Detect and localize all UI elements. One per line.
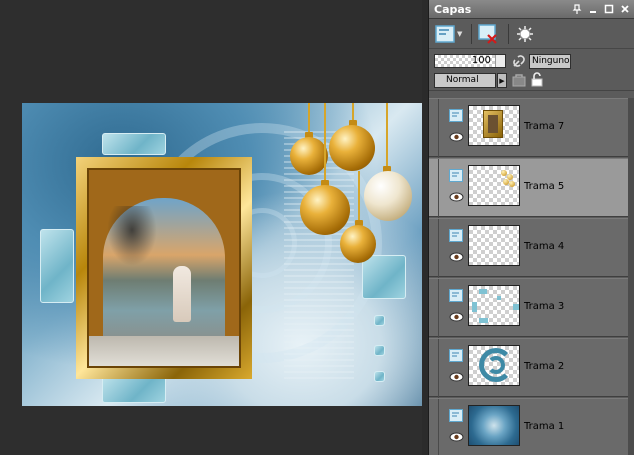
aqua-tile [374,345,385,356]
gold-ornament [340,225,376,263]
ornament-string [358,171,360,221]
layer-list: Trama 7 Trama 5 Trama 4 Trama 3 Trama 2 … [429,98,634,455]
eye-icon[interactable] [449,372,464,382]
panel-scrollbar[interactable] [628,98,634,455]
layer-name: Trama 2 [524,361,565,372]
white-horse [173,266,191,322]
ornament-string [308,103,310,133]
layer-effects-icon[interactable] [514,23,536,45]
aqua-tile [40,229,74,303]
aqua-tile [374,315,385,326]
stone-floor [89,336,239,366]
maximize-icon[interactable] [602,3,615,16]
aqua-tile [374,371,385,382]
silver-ornament [364,171,412,221]
swirl-icon [468,345,520,386]
blend-mode-field[interactable]: Normal [434,73,496,88]
gold-picture-frame [76,157,252,379]
aqua-tile [102,375,166,403]
aqua-tile [362,255,406,299]
layer-name: Trama 4 [524,241,565,252]
layer-row[interactable]: Trama 3 [429,278,634,338]
eye-icon[interactable] [449,432,464,442]
framed-picture [87,168,241,368]
chevron-right-icon[interactable]: ▶ [497,73,507,88]
raster-layer-icon [449,409,463,422]
pin-icon[interactable] [570,3,583,16]
raster-layer-icon [449,229,463,242]
tree-silhouette [107,206,157,266]
layer-name: Trama 3 [524,301,565,312]
link-icon[interactable] [511,53,527,69]
raster-layer-icon [449,169,463,182]
background-icon [468,405,520,446]
eye-icon[interactable] [449,192,464,202]
delete-layer-icon[interactable] [477,23,499,45]
chevron-down-icon[interactable]: ▼ [457,30,462,38]
ornament-string [386,103,388,167]
frame-icon [468,105,520,146]
ornament-string [352,103,354,121]
new-raster-layer-icon[interactable] [434,23,456,45]
layer-name: Trama 1 [524,421,565,432]
workspace [0,0,422,455]
gold-ornament [290,137,328,175]
layer-name: Trama 7 [524,121,565,132]
opacity-field[interactable]: 100 [434,54,506,68]
mask-mode-field[interactable]: Ninguno [529,54,571,69]
group-tree-line [438,279,439,338]
toolbar-separator [508,23,510,44]
layers-panel: Capas ▼ 100 Ninguno Normal ▶ Trama 7 Tra… [428,0,634,455]
tiles-icon [468,285,520,326]
gold-ornament [300,185,350,235]
eye-icon[interactable] [449,312,464,322]
group-tree-line [438,219,439,278]
layer-row[interactable]: Trama 4 [429,218,634,278]
layer-name: Trama 5 [524,181,565,192]
close-icon[interactable] [618,3,631,16]
group-tree-line [438,339,439,398]
layer-thumbnail [468,225,520,266]
lock-icon[interactable] [529,72,545,88]
group-tree-line [438,159,439,218]
group-tree-line [438,399,439,455]
toolbar-separator [471,23,473,44]
raster-layer-icon [449,349,463,362]
aqua-tile [102,133,166,155]
layers-toolbar: ▼ [429,19,634,49]
raster-layer-icon [449,109,463,122]
ornament-string [324,103,326,181]
panel-titlebar[interactable]: Capas [429,0,634,19]
gold-ornament [329,125,375,171]
minimize-icon[interactable] [586,3,599,16]
layer-row[interactable]: Trama 2 [429,338,634,398]
group-tree-line [438,99,439,158]
panel-title: Capas [434,2,472,16]
document-canvas[interactable] [22,103,422,406]
ornaments-icon [468,165,520,206]
eye-icon[interactable] [449,132,464,142]
eye-icon[interactable] [449,252,464,262]
layer-row[interactable]: Trama 7 [429,98,634,158]
transparency-lock-icon[interactable] [511,72,527,88]
layer-row[interactable]: Trama 5 [429,158,634,218]
layer-row[interactable]: Trama 1 [429,398,634,455]
raster-layer-icon [449,289,463,302]
